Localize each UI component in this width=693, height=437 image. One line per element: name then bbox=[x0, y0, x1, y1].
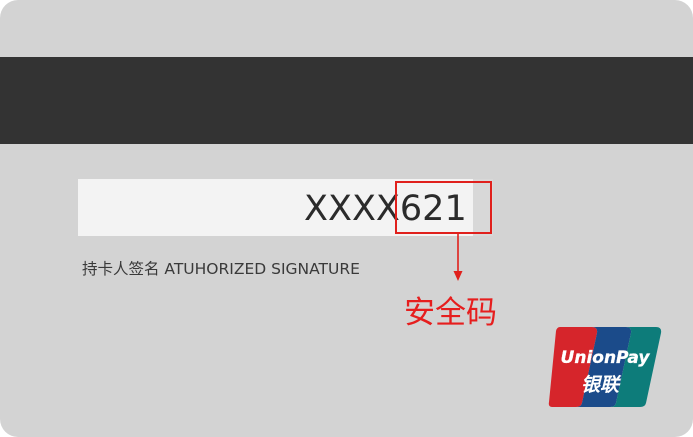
unionpay-logo-text: UnionPay bbox=[561, 348, 651, 368]
signature-label: 持卡人签名 ATUHORIZED SIGNATURE bbox=[82, 260, 360, 278]
unionpay-logo: UnionPay 银联 bbox=[548, 327, 662, 407]
security-code-highlight-box bbox=[395, 181, 492, 234]
security-code-annotation: 安全码 bbox=[404, 295, 497, 331]
card-back: XXXX621 持卡人签名 ATUHORIZED SIGNATURE 安全码 U… bbox=[0, 0, 693, 437]
unionpay-logo-text-cn: 银联 bbox=[581, 374, 622, 396]
magnetic-stripe bbox=[0, 57, 693, 144]
arrow-down-icon bbox=[453, 234, 463, 281]
